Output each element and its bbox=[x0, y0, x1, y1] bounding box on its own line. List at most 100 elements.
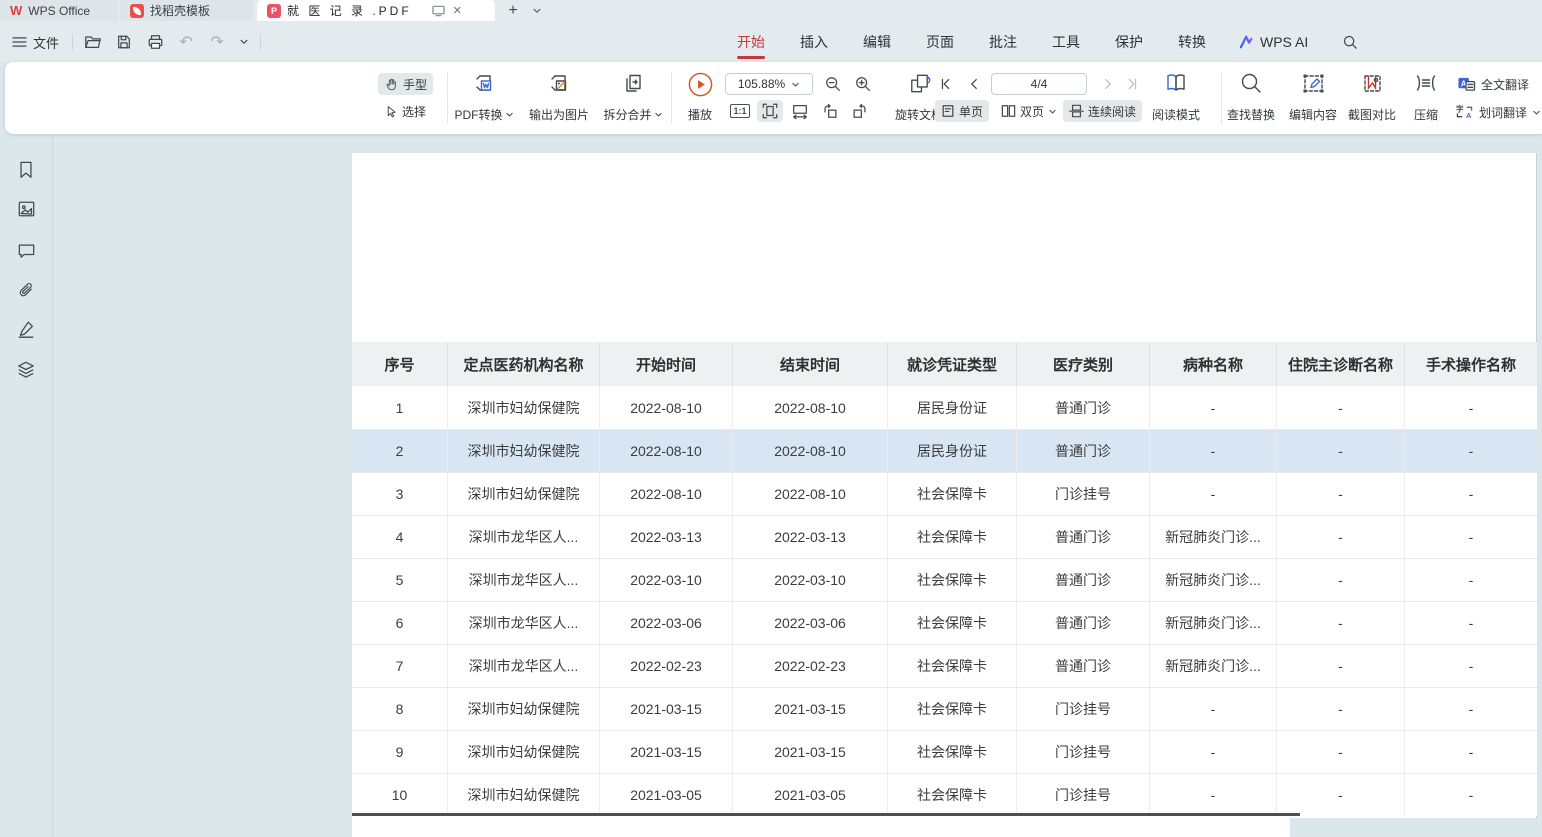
open-folder-icon[interactable] bbox=[82, 31, 104, 53]
table-cell: 社会保障卡 bbox=[888, 516, 1017, 558]
double-page-button[interactable]: 双页 bbox=[995, 100, 1063, 122]
menu-home[interactable]: 开始 bbox=[735, 28, 767, 56]
tab-docer[interactable]: 找稻壳模板 bbox=[120, 0, 253, 21]
play-button[interactable]: 播放 bbox=[677, 68, 723, 128]
table-row: 2深圳市妇幼保健院2022-08-102022-08-10居民身份证普通门诊--… bbox=[352, 429, 1537, 472]
table-cell: 门诊挂号 bbox=[1017, 473, 1150, 515]
table-cell: - bbox=[1277, 688, 1405, 730]
table-cell: 深圳市妇幼保健院 bbox=[448, 386, 600, 429]
menu-comment[interactable]: 批注 bbox=[987, 28, 1019, 56]
fit-page-icon bbox=[761, 102, 779, 120]
menu-wps-ai[interactable]: WPS AI bbox=[1239, 34, 1308, 50]
rotate-right-button[interactable] bbox=[847, 100, 873, 122]
zoom-level-select[interactable]: 105.88% bbox=[725, 73, 813, 95]
table-cell: - bbox=[1405, 386, 1537, 429]
export-image-button[interactable]: 输出为图片 bbox=[521, 68, 597, 128]
next-page-button[interactable] bbox=[1097, 73, 1119, 95]
full-translate-button[interactable]: A 全文翻译 bbox=[1457, 74, 1529, 94]
table-cell: 2022-08-10 bbox=[733, 386, 888, 429]
hand-tool-button[interactable]: 手型 bbox=[378, 73, 433, 95]
table-cell: 2022-03-10 bbox=[733, 559, 888, 601]
table-cell: - bbox=[1277, 731, 1405, 773]
table-header-cell: 结束时间 bbox=[733, 342, 888, 386]
menu-protect[interactable]: 保护 bbox=[1113, 28, 1145, 56]
table-cell: - bbox=[1277, 774, 1405, 816]
read-mode-button[interactable]: 阅读模式 bbox=[1145, 68, 1207, 128]
bookmark-icon[interactable] bbox=[13, 157, 39, 183]
compress-button[interactable]: 压缩 bbox=[1403, 68, 1449, 128]
thumbnail-icon[interactable] bbox=[13, 196, 39, 222]
table-cell: 深圳市妇幼保健院 bbox=[448, 430, 600, 472]
chevron-down-icon bbox=[654, 110, 663, 119]
table-cell: - bbox=[1150, 473, 1277, 515]
first-page-button[interactable] bbox=[935, 73, 957, 95]
fit-page-button[interactable] bbox=[757, 100, 783, 122]
pdf-convert-button[interactable]: PDF转换 bbox=[443, 68, 525, 128]
table-row: 10深圳市妇幼保健院2021-03-052021-03-05社会保障卡门诊挂号-… bbox=[352, 773, 1537, 816]
split-merge-button[interactable]: 拆分合并 bbox=[593, 68, 673, 128]
tab-label: 找稻壳模板 bbox=[150, 2, 210, 19]
tab-document-active[interactable]: P 就 医 记 录 .PDF ✕ bbox=[257, 0, 495, 21]
table-cell: 门诊挂号 bbox=[1017, 774, 1150, 816]
close-tab-icon[interactable]: ✕ bbox=[453, 4, 462, 17]
layers-icon[interactable] bbox=[13, 356, 39, 382]
zoom-out-button[interactable] bbox=[822, 73, 844, 95]
table-cell: 3 bbox=[352, 473, 448, 515]
fit-width-button[interactable] bbox=[787, 100, 813, 122]
table-cell: 9 bbox=[352, 731, 448, 773]
search-icon[interactable] bbox=[1339, 31, 1361, 53]
last-page-button[interactable] bbox=[1121, 73, 1143, 95]
menu-edit[interactable]: 编辑 bbox=[861, 28, 893, 56]
actual-size-button[interactable]: 1:1 bbox=[727, 100, 753, 122]
select-tool-button[interactable]: 选择 bbox=[378, 100, 432, 122]
continuous-read-button[interactable]: 连续阅读 bbox=[1063, 100, 1142, 122]
screen-cast-icon[interactable] bbox=[432, 5, 445, 17]
chevron-down-icon bbox=[1532, 108, 1541, 117]
table-cell: 2022-08-10 bbox=[600, 473, 733, 515]
find-replace-button[interactable]: 查找替换 bbox=[1221, 68, 1281, 128]
word-translate-button[interactable]: 字A 划词翻译 bbox=[1455, 102, 1541, 122]
single-page-button[interactable]: 单页 bbox=[935, 100, 989, 122]
table-cell: - bbox=[1405, 688, 1537, 730]
menu-insert[interactable]: 插入 bbox=[798, 28, 830, 56]
table-cell: 2 bbox=[352, 430, 448, 472]
tab-bar: W WPS Office 找稻壳模板 P 就 医 记 录 .PDF ✕ + bbox=[0, 0, 1542, 21]
edit-content-button[interactable]: 编辑内容 bbox=[1283, 68, 1343, 128]
table-cell: - bbox=[1277, 473, 1405, 515]
table-cell: 8 bbox=[352, 688, 448, 730]
menu-tools[interactable]: 工具 bbox=[1050, 28, 1082, 56]
full-translate-icon: A bbox=[1457, 76, 1476, 92]
table-row: 8深圳市妇幼保健院2021-03-152021-03-15社会保障卡门诊挂号--… bbox=[352, 687, 1537, 730]
tab-wps-office[interactable]: W WPS Office bbox=[0, 0, 118, 21]
single-page-icon bbox=[941, 104, 955, 118]
table-cell: 2022-08-10 bbox=[733, 430, 888, 472]
menu-page[interactable]: 页面 bbox=[924, 28, 956, 56]
quickbar-chevron-icon[interactable] bbox=[237, 31, 251, 53]
wps-pdf-window: W WPS Office 找稻壳模板 P 就 医 记 录 .PDF ✕ + bbox=[0, 0, 1542, 837]
rotate-left-button[interactable] bbox=[817, 100, 843, 122]
tab-list-chevron-icon[interactable] bbox=[527, 1, 547, 21]
prev-page-button[interactable] bbox=[963, 73, 985, 95]
table-header-row: 序号定点医药机构名称开始时间结束时间就诊凭证类型医疗类别病种名称住院主诊断名称手… bbox=[352, 342, 1537, 386]
new-tab-button[interactable]: + bbox=[503, 1, 523, 21]
undo-icon[interactable]: ↶ bbox=[175, 31, 197, 53]
table-cell: - bbox=[1277, 516, 1405, 558]
signature-icon[interactable] bbox=[13, 316, 39, 342]
file-menu[interactable]: 文件 bbox=[8, 33, 63, 52]
table-cell: - bbox=[1405, 430, 1537, 472]
menu-convert[interactable]: 转换 bbox=[1176, 28, 1208, 56]
zoom-in-button[interactable] bbox=[852, 73, 874, 95]
save-icon[interactable] bbox=[113, 31, 135, 53]
redo-icon[interactable]: ↷ bbox=[206, 31, 228, 53]
comment-icon[interactable] bbox=[13, 237, 39, 263]
print-icon[interactable] bbox=[144, 31, 166, 53]
table-cell: - bbox=[1277, 645, 1405, 687]
table-cell: - bbox=[1405, 774, 1537, 816]
screenshot-compare-button[interactable]: 截图对比 bbox=[1343, 68, 1401, 128]
attachment-icon[interactable] bbox=[13, 277, 39, 303]
table-cell: 社会保障卡 bbox=[888, 645, 1017, 687]
table-cell: 普通门诊 bbox=[1017, 386, 1150, 429]
page-indicator-input[interactable]: 4/4 bbox=[991, 73, 1087, 95]
edit-content-icon bbox=[1301, 71, 1326, 95]
rotate-left-icon bbox=[821, 102, 839, 120]
